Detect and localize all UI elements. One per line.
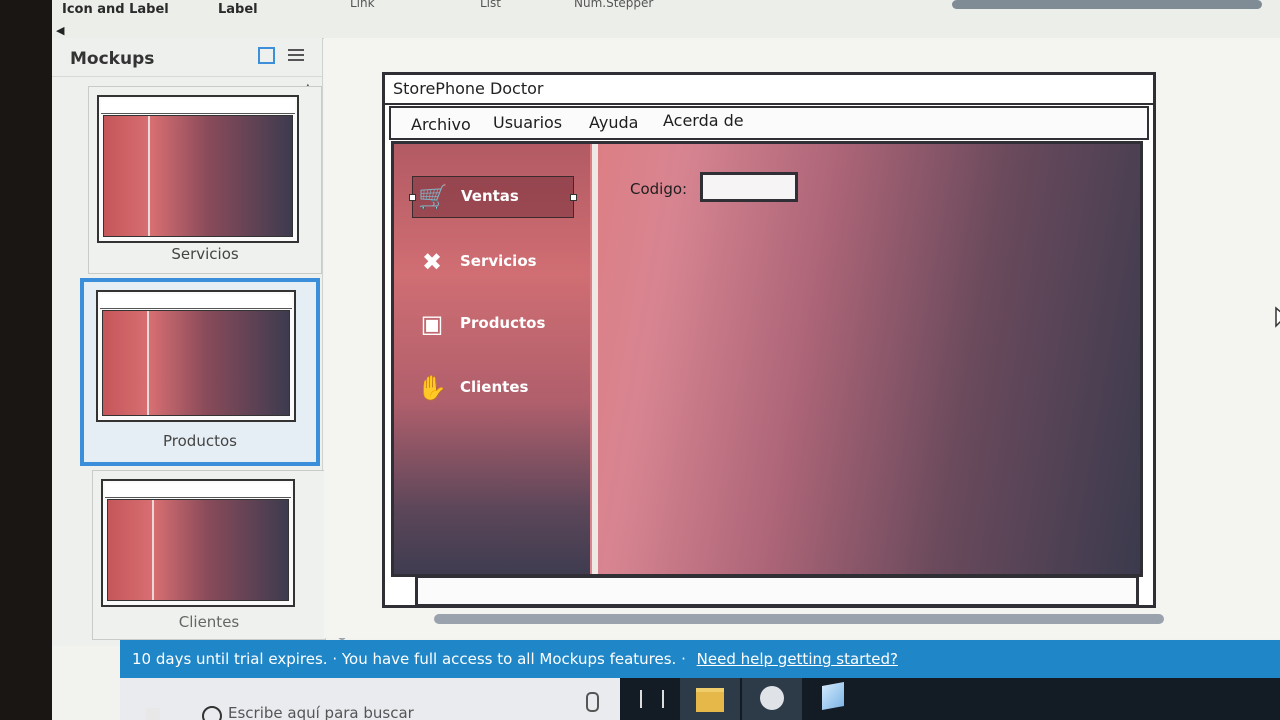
menu-ayuda[interactable]: Ayuda: [589, 113, 638, 132]
component-num-stepper[interactable]: Num.Stepper: [574, 0, 653, 10]
taskbar-cube-app[interactable]: [804, 678, 864, 720]
nav-item-ventas[interactable]: 🛒 Ventas: [409, 176, 577, 218]
taskbar-search[interactable]: Escribe aquí para buscar: [120, 678, 620, 720]
microphone-icon[interactable]: [586, 692, 599, 712]
nav-item-clientes[interactable]: ✋ Clientes: [412, 368, 572, 408]
handshake-icon: ✋: [417, 374, 447, 402]
pane-divider: [592, 144, 598, 574]
thumb-body: [103, 115, 293, 237]
resize-handle[interactable]: [409, 194, 416, 201]
mockup-content: 🛒 Ventas ✖ Servicios ▣ Productos ✋ Clien…: [391, 141, 1143, 577]
mockup-titlebar: StorePhone Doctor: [385, 75, 1153, 105]
thumbnail-view-icon[interactable]: [258, 47, 275, 64]
nav-item-productos[interactable]: ▣ Productos: [412, 304, 572, 344]
mockup-thumb-productos[interactable]: Productos: [80, 278, 320, 466]
component-link[interactable]: Link: [350, 0, 375, 10]
mockup-canvas[interactable]: StorePhone Doctor Archivo Usuarios Ayuda…: [324, 38, 1280, 638]
mockup-title: StorePhone Doctor: [393, 79, 544, 98]
trial-message: 10 days until trial expires. · You have …: [132, 650, 686, 668]
menu-acerda-de[interactable]: Acerda de: [663, 111, 744, 130]
help-link[interactable]: Need help getting started?: [697, 650, 898, 668]
nav-item-servicios[interactable]: ✖ Servicios: [412, 242, 572, 282]
mockup-menubar: Archivo Usuarios Ayuda Acerda de: [389, 106, 1149, 140]
component-label[interactable]: Label: [218, 2, 258, 17]
mockup-window[interactable]: StorePhone Doctor Archivo Usuarios Ayuda…: [382, 72, 1156, 608]
nav-label: Clientes: [460, 378, 529, 396]
app-screen: Icon and Label Label Link List Num.Stepp…: [52, 0, 1280, 720]
search-icon: [202, 706, 222, 720]
component-strip-scrollbar[interactable]: [952, 0, 1262, 9]
nav-label: Productos: [460, 314, 546, 332]
thumb-body: [102, 310, 290, 416]
mockup-thumb-clientes[interactable]: Clientes: [92, 470, 326, 640]
file-explorer-icon: [696, 688, 724, 712]
search-placeholder: Escribe aquí para buscar: [228, 704, 414, 720]
tools-icon: ✖: [421, 248, 443, 276]
taskbar-app[interactable]: [742, 678, 802, 720]
thumb-body: [107, 499, 289, 601]
thumb-caption: Clientes: [178, 613, 240, 631]
thumb-preview: [101, 479, 295, 607]
thumb-titlebar: [100, 294, 292, 309]
mouse-cursor-icon: [1275, 306, 1280, 328]
trial-banner: 10 days until trial expires. · You have …: [120, 640, 1280, 678]
canvas-horizontal-scrollbar[interactable]: [434, 614, 1164, 624]
thumb-preview: [96, 290, 296, 422]
mockups-header: Mockups: [52, 38, 322, 77]
windows-taskbar: Escribe aquí para buscar: [120, 678, 1280, 720]
component-list[interactable]: List: [480, 0, 501, 10]
mockups-title: Mockups: [70, 49, 155, 69]
nav-label: Servicios: [460, 252, 537, 270]
menu-archivo[interactable]: Archivo: [411, 115, 471, 134]
cart-icon: 🛒: [418, 183, 448, 211]
codigo-input[interactable]: [700, 172, 798, 202]
mockup-statusbar: [415, 575, 1139, 607]
taskbar-explorer[interactable]: [680, 678, 740, 720]
cube-app-icon: [822, 682, 844, 710]
thumb-caption: Servicios: [171, 245, 239, 263]
menu-usuarios[interactable]: Usuarios: [493, 113, 562, 132]
mockup-thumb-servicios[interactable]: Servicios: [88, 86, 322, 274]
box-icon: ▣: [420, 310, 444, 338]
mockups-panel: Mockups ▲ Servicios Productos Clien: [52, 38, 326, 646]
thumb-caption: Productos: [163, 432, 237, 450]
nav-label: Ventas: [461, 187, 519, 205]
app-icon: [760, 686, 784, 710]
thumb-preview: [97, 95, 299, 243]
codigo-label: Codigo:: [630, 180, 688, 198]
component-strip: Icon and Label Label Link List Num.Stepp…: [52, 0, 1280, 39]
thumb-titlebar: [105, 483, 291, 498]
windows-start-icon[interactable]: [146, 708, 160, 720]
thumb-titlebar: [101, 99, 295, 114]
resize-handle[interactable]: [570, 194, 577, 201]
task-view-icon[interactable]: [640, 690, 664, 708]
nav-pane: 🛒 Ventas ✖ Servicios ▣ Productos ✋ Clien…: [394, 144, 590, 574]
scroll-left-icon[interactable]: ◀: [56, 24, 64, 37]
list-view-icon[interactable]: [288, 46, 304, 64]
component-icon-and-label[interactable]: Icon and Label: [62, 2, 169, 17]
